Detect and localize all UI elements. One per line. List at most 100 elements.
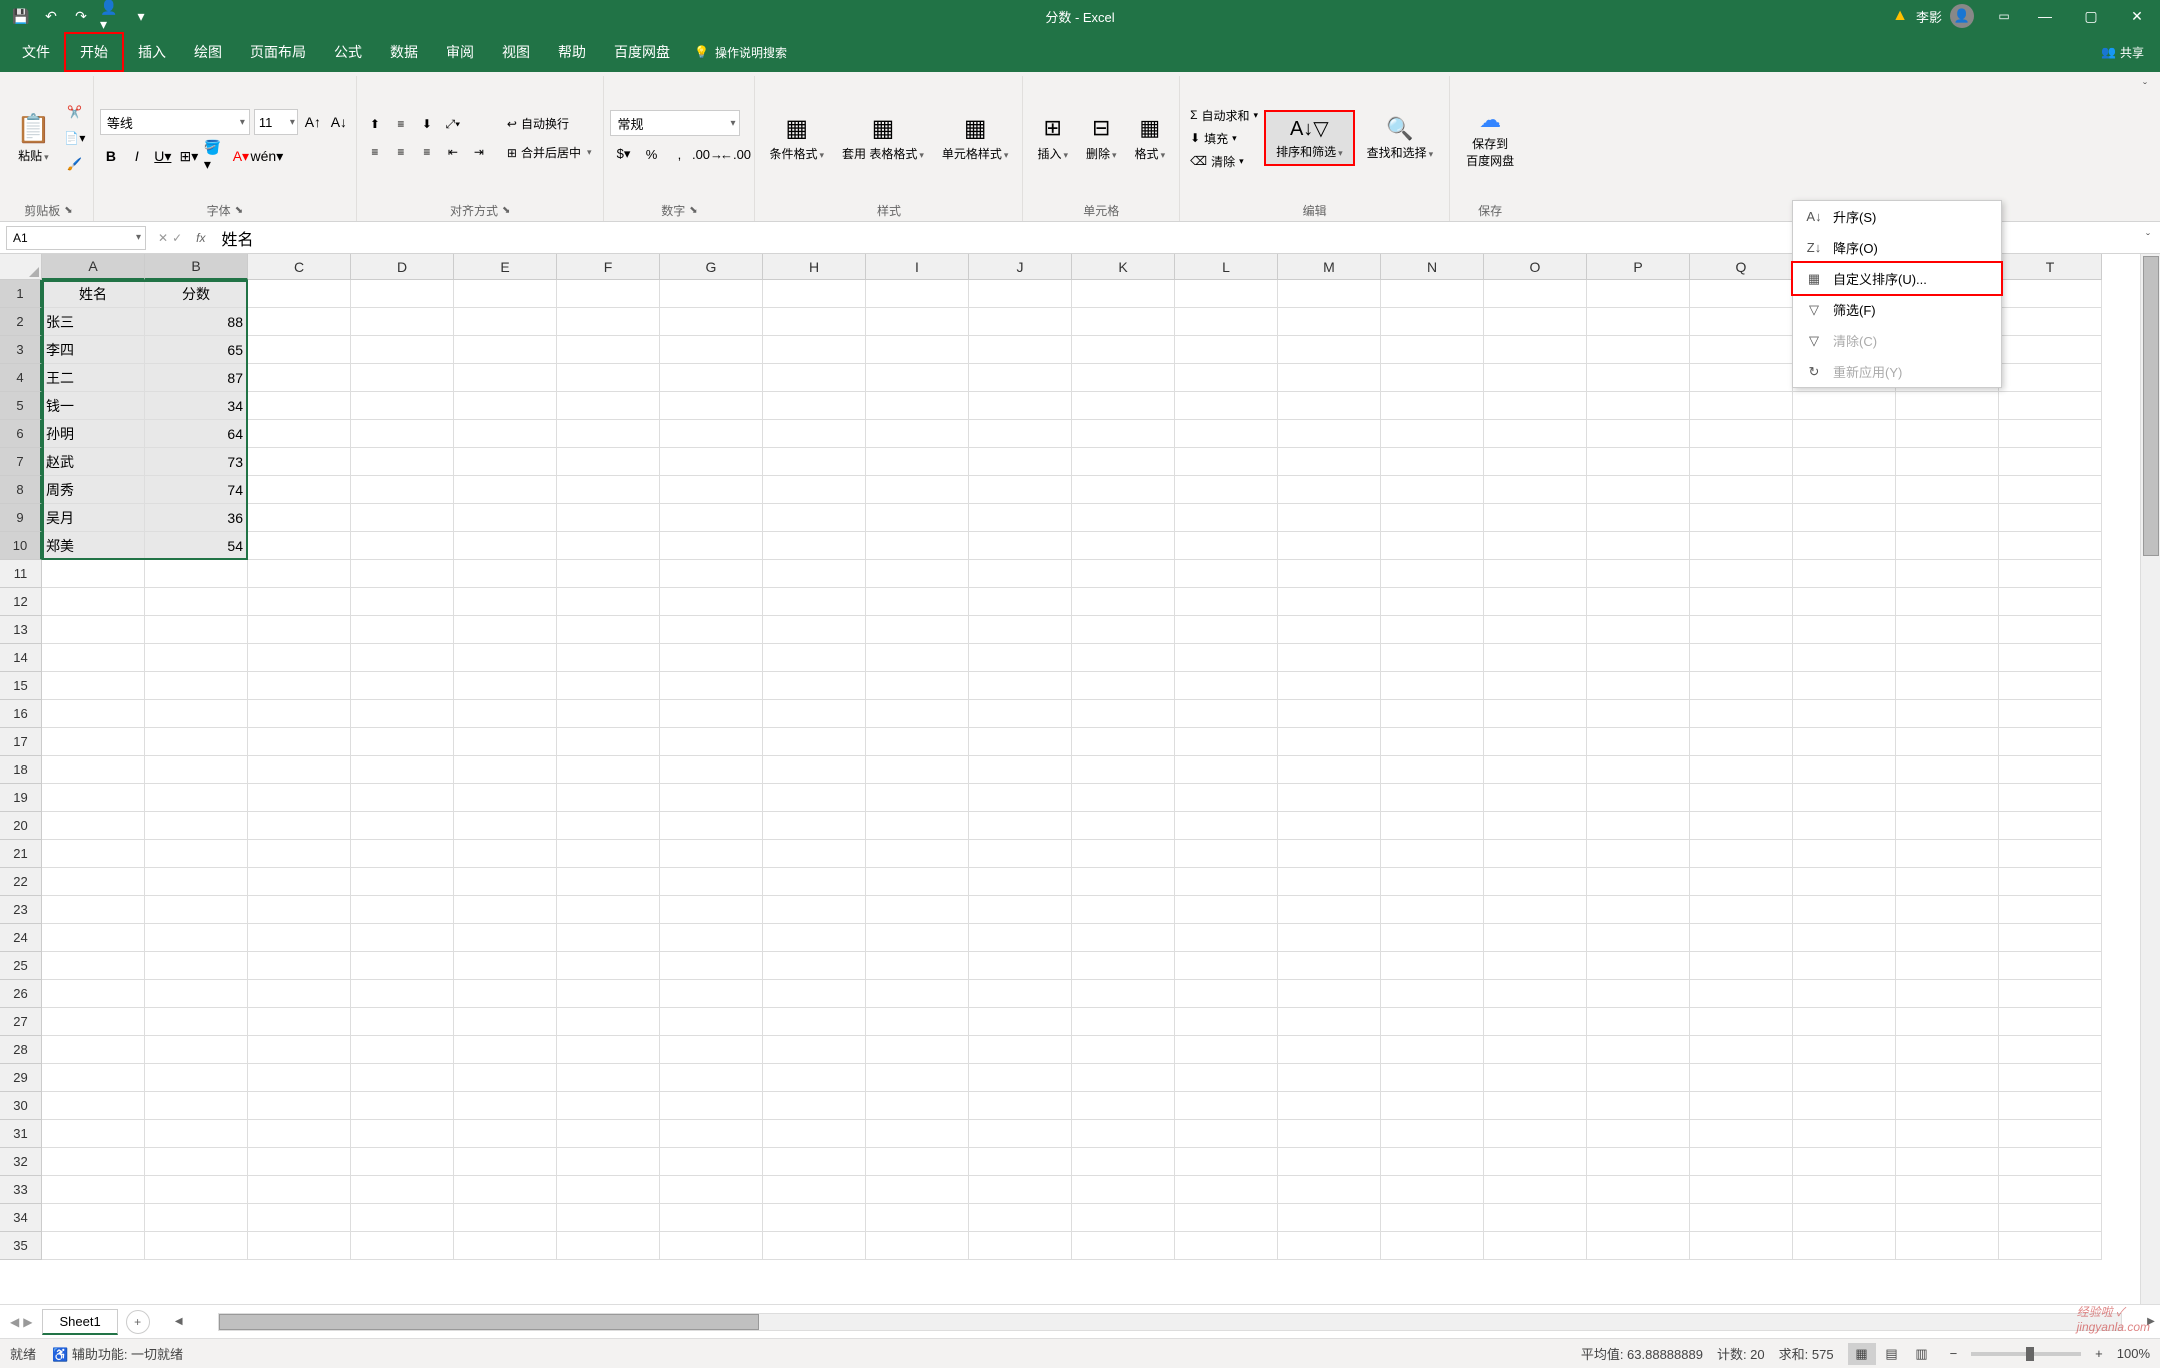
cell[interactable] (1381, 868, 1484, 896)
cell[interactable] (248, 644, 351, 672)
cell[interactable] (1793, 560, 1896, 588)
cell[interactable] (1793, 1008, 1896, 1036)
cell[interactable] (763, 616, 866, 644)
cell[interactable] (557, 924, 660, 952)
cell[interactable] (1175, 1148, 1278, 1176)
cell[interactable] (763, 504, 866, 532)
menu-filter[interactable]: ▽筛选(F) (1793, 294, 2001, 325)
cell[interactable] (1690, 308, 1793, 336)
cell[interactable] (145, 616, 248, 644)
decrease-decimal-button[interactable]: ←.00 (722, 142, 748, 166)
cell[interactable] (1484, 1232, 1587, 1260)
cell[interactable] (1587, 308, 1690, 336)
cell[interactable] (1896, 672, 1999, 700)
cell[interactable] (145, 1204, 248, 1232)
cell[interactable] (1896, 1120, 1999, 1148)
cell[interactable] (1381, 476, 1484, 504)
cell[interactable] (1175, 1008, 1278, 1036)
cell[interactable] (557, 364, 660, 392)
cell[interactable] (454, 672, 557, 700)
cell[interactable] (248, 532, 351, 560)
cell[interactable] (454, 1036, 557, 1064)
column-header[interactable]: C (248, 254, 351, 280)
cell[interactable] (454, 840, 557, 868)
cell[interactable] (42, 700, 145, 728)
fx-label[interactable]: fx (188, 231, 213, 245)
cell[interactable] (248, 504, 351, 532)
cell[interactable] (248, 476, 351, 504)
cell[interactable] (1381, 364, 1484, 392)
cell[interactable] (660, 1204, 763, 1232)
cell[interactable] (660, 868, 763, 896)
cell[interactable] (1484, 420, 1587, 448)
row-header[interactable]: 14 (0, 644, 42, 672)
cell[interactable] (969, 1092, 1072, 1120)
cell[interactable] (1896, 644, 1999, 672)
cell[interactable] (969, 924, 1072, 952)
cell[interactable] (1484, 1036, 1587, 1064)
cell[interactable] (42, 560, 145, 588)
cell[interactable] (763, 756, 866, 784)
cell[interactable] (454, 532, 557, 560)
cell[interactable] (557, 1232, 660, 1260)
menu-ascending[interactable]: A↓升序(S) (1793, 201, 2001, 232)
cell[interactable] (1587, 560, 1690, 588)
cell[interactable] (969, 672, 1072, 700)
cell[interactable] (248, 896, 351, 924)
cell[interactable] (866, 392, 969, 420)
cell[interactable] (351, 812, 454, 840)
cell[interactable] (969, 392, 1072, 420)
cell[interactable] (557, 392, 660, 420)
cell[interactable] (1793, 1064, 1896, 1092)
cell[interactable] (1381, 672, 1484, 700)
cell[interactable] (1484, 336, 1587, 364)
cell[interactable] (454, 448, 557, 476)
cell[interactable] (1484, 560, 1587, 588)
cell[interactable] (660, 924, 763, 952)
cell[interactable] (1072, 448, 1175, 476)
cell[interactable] (1690, 476, 1793, 504)
cell[interactable] (660, 1064, 763, 1092)
cell[interactable] (454, 1008, 557, 1036)
cell[interactable] (1690, 924, 1793, 952)
cell[interactable] (1999, 420, 2102, 448)
cell[interactable] (660, 336, 763, 364)
cell[interactable] (1484, 924, 1587, 952)
cell[interactable] (1690, 1204, 1793, 1232)
cell[interactable] (1587, 1176, 1690, 1204)
cell[interactable] (1381, 616, 1484, 644)
column-header[interactable]: H (763, 254, 866, 280)
cell[interactable] (145, 1232, 248, 1260)
cell[interactable] (763, 700, 866, 728)
cell[interactable] (351, 588, 454, 616)
cell[interactable]: 张三 (42, 308, 145, 336)
scrollbar-thumb[interactable] (2143, 256, 2159, 556)
cell[interactable] (1175, 308, 1278, 336)
row-header[interactable]: 6 (0, 420, 42, 448)
cell[interactable] (248, 1176, 351, 1204)
cell[interactable] (969, 476, 1072, 504)
cell[interactable] (660, 1176, 763, 1204)
cell[interactable] (248, 560, 351, 588)
cell[interactable] (1484, 868, 1587, 896)
font-name-input[interactable]: 等线▾ (100, 109, 250, 135)
cell[interactable] (1278, 700, 1381, 728)
row-header[interactable]: 28 (0, 1036, 42, 1064)
cell[interactable] (1278, 812, 1381, 840)
row-header[interactable]: 18 (0, 756, 42, 784)
cell[interactable] (763, 588, 866, 616)
row-header[interactable]: 20 (0, 812, 42, 840)
wrap-text-button[interactable]: ↩自动换行 (501, 113, 598, 134)
cell[interactable] (660, 896, 763, 924)
cell[interactable] (1587, 392, 1690, 420)
cell[interactable] (1175, 1176, 1278, 1204)
cell[interactable] (1381, 532, 1484, 560)
cell[interactable] (1793, 588, 1896, 616)
cell[interactable] (42, 896, 145, 924)
cell[interactable] (145, 700, 248, 728)
cell[interactable] (248, 1036, 351, 1064)
orientation-button[interactable]: ⤢▾ (441, 113, 465, 135)
cell[interactable] (1484, 728, 1587, 756)
cell[interactable] (145, 812, 248, 840)
clipboard-launcher-icon[interactable]: ⬊ (64, 205, 72, 216)
